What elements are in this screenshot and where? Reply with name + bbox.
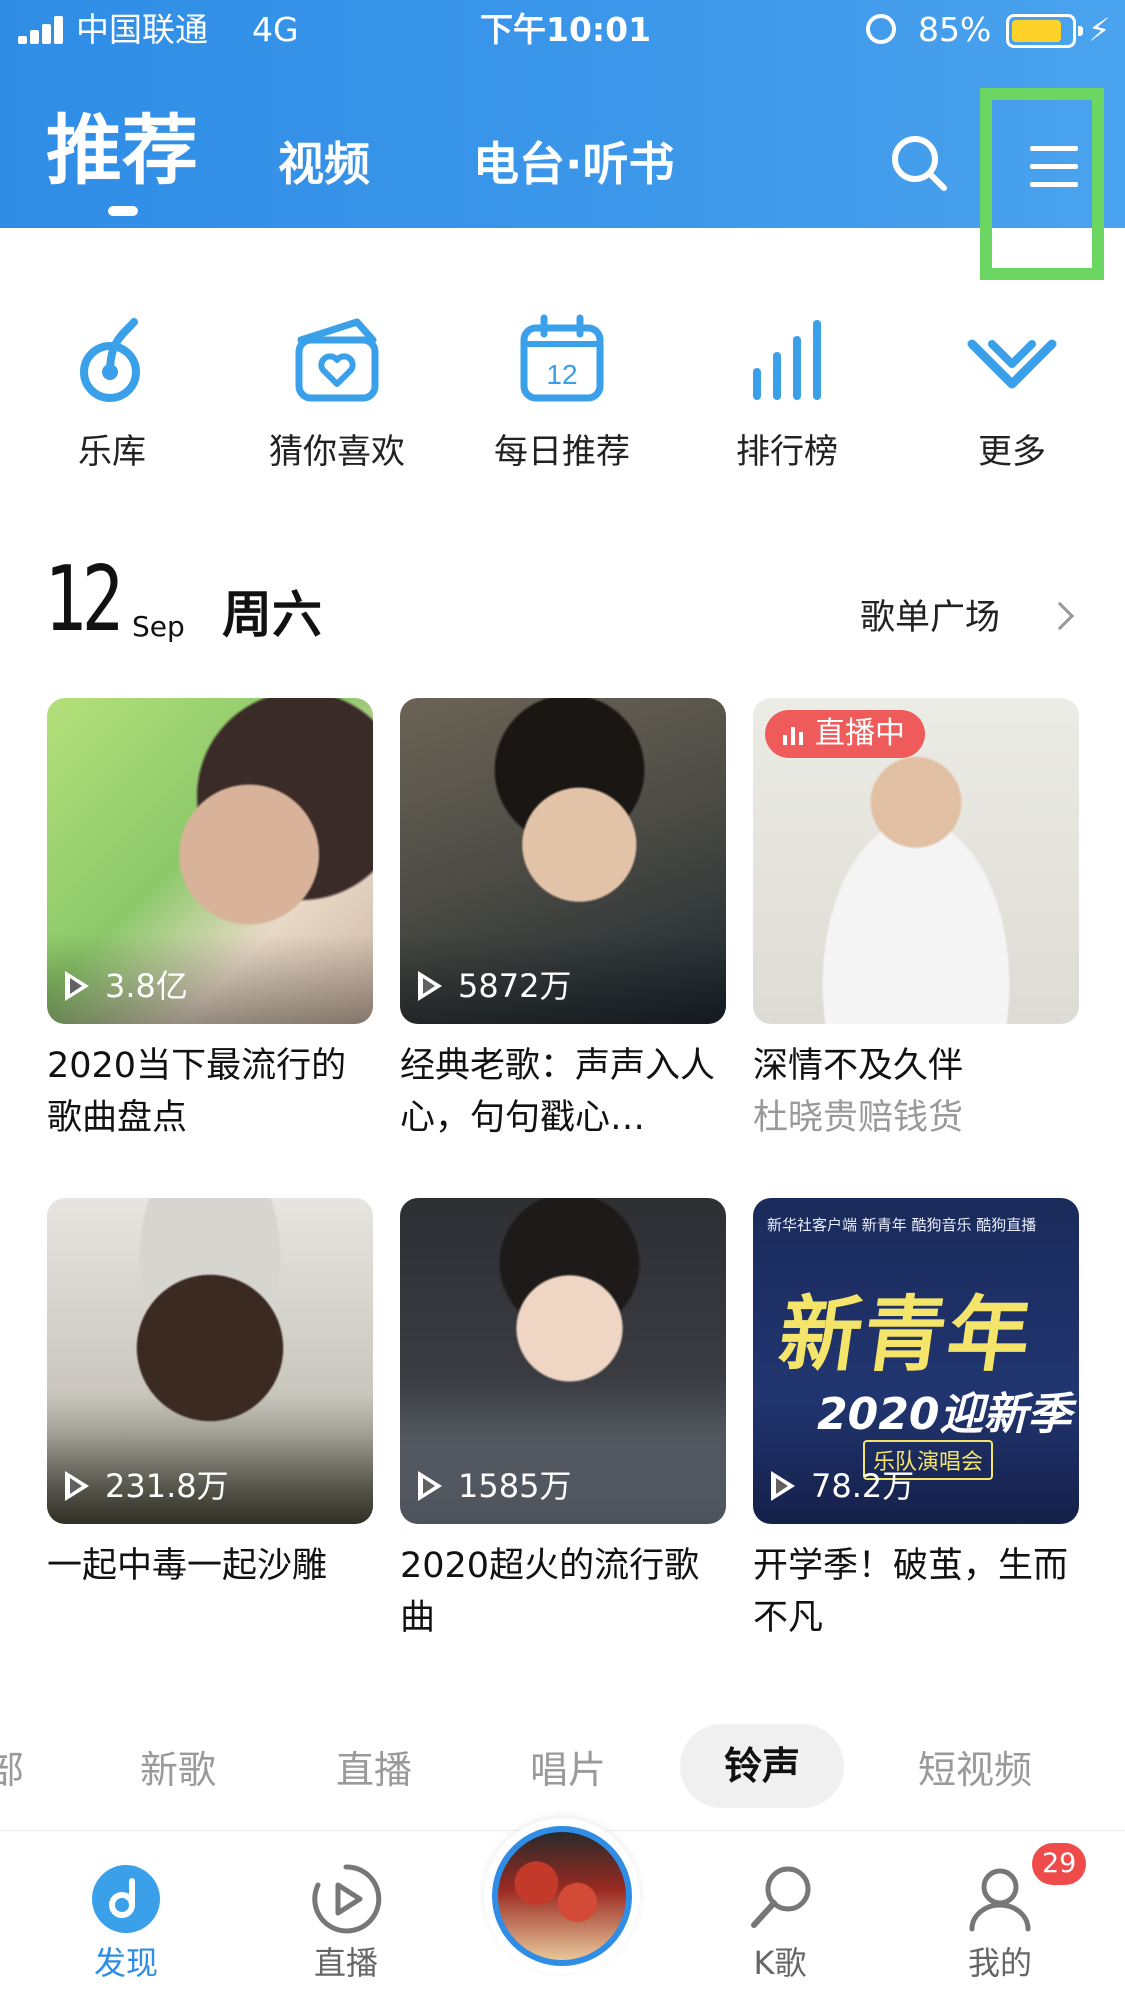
- charging-icon: ⚡: [1088, 11, 1111, 49]
- status-bar: 中国联通 4G 下午10:01 85% ⚡: [0, 0, 1125, 62]
- nav-karaoke[interactable]: K歌: [700, 1831, 860, 2001]
- entry-label: 猜你喜欢: [269, 432, 405, 472]
- alarm-icon: [866, 14, 896, 44]
- playlist-cover: 5872万: [400, 698, 726, 1024]
- search-button[interactable]: [888, 132, 952, 196]
- play-count: 1585万: [418, 1466, 571, 1506]
- network-type: 4G: [252, 10, 299, 49]
- microphone-icon: [751, 1866, 811, 1928]
- chart-bars-icon: [753, 320, 821, 400]
- clock: 下午10:01: [480, 10, 652, 49]
- playlist-title: 一起中毒一起沙雕: [47, 1546, 328, 1586]
- date-weekday: 周六: [222, 586, 322, 644]
- play-icon: [65, 971, 89, 1001]
- now-playing-disc[interactable]: [484, 1818, 640, 1974]
- entry-more[interactable]: 更多: [912, 300, 1112, 490]
- tab-recommend-label: 推荐: [46, 106, 198, 195]
- live-badge: 直播中: [765, 710, 925, 758]
- play-icon: [771, 1471, 795, 1501]
- date-header: 12 Sep 周六 歌单广场: [0, 540, 1125, 660]
- entry-label: 每日推荐: [494, 432, 630, 472]
- entry-charts[interactable]: 排行榜: [687, 300, 887, 490]
- play-count: 231.8万: [65, 1466, 229, 1506]
- poster-sponsors: 新华社客户端 新青年 酷狗音乐 酷狗直播: [767, 1216, 1037, 1234]
- playlist-cover: 3.8亿: [47, 698, 373, 1024]
- entry-label: 更多: [978, 432, 1046, 472]
- nav-label: 发现: [93, 1944, 158, 1982]
- discover-icon: [92, 1865, 160, 1933]
- carrier-name: 中国联通: [76, 10, 208, 49]
- entry-label: 乐库: [78, 432, 146, 472]
- date-day-number: 12: [44, 547, 124, 652]
- playlist-title: 2020当下最流行的歌曲盘点: [47, 1046, 347, 1138]
- entry-label: 排行榜: [736, 432, 838, 472]
- live-play-icon: [312, 1864, 382, 1934]
- album-art: [492, 1826, 632, 1966]
- music-note-icon: [80, 318, 140, 402]
- calendar-icon-text: 12: [546, 359, 577, 390]
- entry-music-library[interactable]: 乐库: [12, 300, 212, 490]
- nav-label: 直播: [313, 1944, 378, 1982]
- battery-percent: 85%: [918, 10, 992, 49]
- playlist-title: 经典老歌：声声入人心，句句戳心…: [400, 1046, 716, 1138]
- nav-label: K歌: [753, 1944, 807, 1982]
- nav-label: 我的: [967, 1944, 1032, 1982]
- top-tabs: 推荐 视频 电台·听书: [0, 100, 1125, 216]
- battery-icon: [1006, 14, 1083, 48]
- live-equalizer-icon: [783, 723, 805, 745]
- playlist-cover: 1585万: [400, 1198, 726, 1524]
- playlist-title: 开学季！破茧，生而不凡: [753, 1546, 1069, 1638]
- play-icon: [65, 1471, 89, 1501]
- tab-recommend[interactable]: 推荐: [46, 106, 198, 216]
- playlist-cover: 231.8万: [47, 1198, 373, 1524]
- playlist-title: 深情不及久伴: [753, 1046, 964, 1086]
- chevron-right-icon[interactable]: [1045, 601, 1075, 631]
- profile-icon: [969, 1868, 1031, 1932]
- active-tab-indicator: [108, 206, 138, 216]
- entry-guess-you-like[interactable]: 猜你喜欢: [237, 300, 437, 490]
- category-strip: 部 新歌 直播 唱片 铃声 短视频: [0, 1720, 1125, 1820]
- poster-headline: 新青年: [773, 1288, 1039, 1383]
- tab-video[interactable]: 视频: [278, 136, 370, 192]
- play-count: 3.8亿: [65, 966, 188, 1006]
- heart-box-icon: [295, 318, 379, 402]
- top-header: 中国联通 4G 下午10:01 85% ⚡ 推荐 视频 电台·听书: [0, 0, 1125, 228]
- playlist-cover: 新华社客户端 新青年 酷狗音乐 酷狗直播 新青年 2020迎新季 乐队演唱会 7…: [753, 1198, 1079, 1524]
- entry-daily-recommend[interactable]: 12 每日推荐: [462, 300, 662, 490]
- category-tab[interactable]: 直播: [336, 1742, 412, 1798]
- category-tab[interactable]: 唱片: [530, 1742, 606, 1798]
- category-tab[interactable]: 部: [0, 1742, 24, 1798]
- nav-live[interactable]: 直播: [266, 1831, 426, 2001]
- search-icon: [892, 136, 947, 191]
- notification-badge: 29: [1032, 1843, 1087, 1885]
- category-tab[interactable]: 新歌: [140, 1742, 216, 1798]
- play-count: 5872万: [418, 966, 571, 1006]
- nav-discover[interactable]: 发现: [46, 1831, 206, 2001]
- poster-subline: 2020迎新季: [817, 1389, 1072, 1440]
- date-month: Sep: [132, 610, 185, 643]
- quick-entry-row: 乐库 猜你喜欢 12 每日推荐 排行榜 更多: [0, 300, 1125, 490]
- playlist-plaza-link[interactable]: 歌单广场: [860, 596, 1000, 640]
- play-count: 78.2万: [771, 1466, 914, 1506]
- category-tab[interactable]: 短视频: [918, 1742, 1032, 1798]
- signal-icon: [18, 16, 68, 44]
- chevron-down-icon: [967, 339, 1057, 389]
- playlist-title: 2020超火的流行歌曲: [400, 1546, 700, 1638]
- play-icon: [418, 1471, 442, 1501]
- play-icon: [418, 971, 442, 1001]
- calendar-icon: 12: [520, 314, 604, 402]
- menu-button[interactable]: [980, 88, 1104, 280]
- playlist-cover: 直播中: [753, 698, 1079, 1024]
- category-tab-active[interactable]: 铃声: [680, 1724, 845, 1808]
- playlist-subtitle: 杜晓贵赔钱货: [753, 1098, 964, 1138]
- tab-radio-audiobook[interactable]: 电台·听书: [473, 136, 674, 192]
